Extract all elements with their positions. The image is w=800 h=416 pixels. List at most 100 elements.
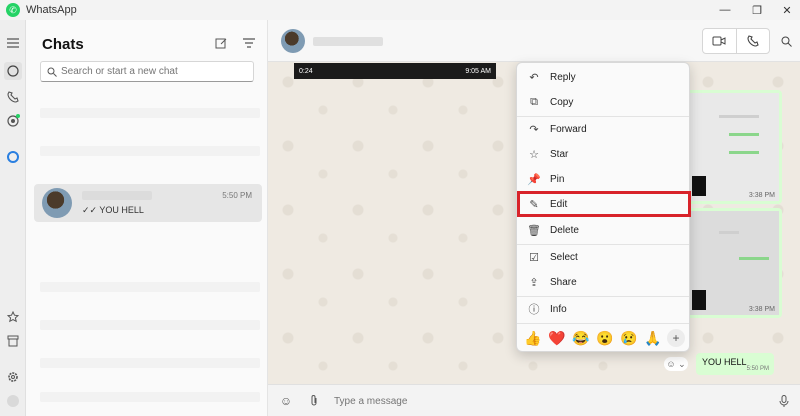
voice-call-icon[interactable] [735, 29, 770, 53]
search-box[interactable] [40, 61, 254, 82]
profile-icon[interactable] [4, 392, 22, 410]
menu-divider [517, 323, 689, 324]
meta-ai-icon[interactable] [4, 148, 22, 166]
message-context-menu: ↶ Reply ⧉ Copy ↷ Forward ☆ Star 📌 Pin ✎ … [516, 62, 691, 352]
blurred-chat-row[interactable] [40, 282, 260, 292]
trash-icon: 🗑 [527, 224, 541, 237]
menu-item-label: Info [550, 303, 567, 315]
status-icon[interactable] [4, 112, 22, 130]
conversation-header[interactable] [268, 20, 800, 62]
chat-list-panel: Chats 5:50 PM ✓✓ YOU HELL [26, 20, 268, 416]
reaction-laugh[interactable]: 😂 [571, 330, 591, 347]
message-time: 5:50 PM [746, 366, 769, 372]
info-icon: ⓘ [528, 304, 540, 316]
reaction-bar: 👍 ❤️ 😂 😮 😢 🙏 + [521, 327, 687, 349]
reaction-sad[interactable]: 😢 [619, 330, 639, 347]
new-chat-icon[interactable] [212, 34, 230, 52]
microphone-icon[interactable] [776, 393, 792, 409]
contact-avatar [42, 188, 72, 218]
pin-icon: 📌 [527, 173, 541, 186]
nav-rail [0, 20, 26, 416]
header-avatar[interactable] [281, 29, 305, 53]
text-message[interactable]: YOU HELL 5:50 PM [696, 353, 774, 375]
menu-item-pin[interactable]: 📌 Pin [519, 168, 689, 190]
video-duration: 0:24 [299, 67, 313, 75]
settings-icon[interactable] [4, 368, 22, 386]
blurred-chat-row[interactable] [40, 358, 260, 368]
archive-icon[interactable] [4, 332, 22, 350]
contact-name-blurred [82, 191, 152, 200]
starred-icon[interactable] [4, 308, 22, 326]
menu-divider [517, 244, 689, 245]
more-reactions-plus-icon[interactable]: + [667, 329, 685, 347]
menu-item-label: Forward [550, 123, 587, 135]
message-input[interactable] [334, 392, 754, 410]
image-message[interactable]: 3:38 PM [686, 90, 782, 204]
attach-icon[interactable] [306, 393, 322, 409]
menu-item-reply[interactable]: ↶ Reply [519, 66, 689, 88]
search-messages-icon[interactable] [778, 33, 794, 49]
menu-item-label: Pin [550, 173, 565, 185]
blurred-chat-row[interactable] [40, 108, 260, 118]
message-text: YOU HELL [702, 357, 747, 367]
menu-item-label: Reply [550, 71, 576, 83]
share-icon: ⇪ [529, 276, 539, 289]
menu-item-delete[interactable]: 🗑 Delete [519, 219, 689, 241]
reaction-surprised[interactable]: 😮 [595, 330, 615, 347]
menu-divider [517, 116, 689, 117]
minimize-button[interactable]: — [710, 0, 740, 20]
react-emoji-button[interactable]: ☺ ⌄ [664, 357, 688, 371]
title-bar: ✆ WhatsApp — ❐ ✕ [0, 0, 800, 20]
close-button[interactable]: ✕ [772, 0, 800, 20]
blurred-chat-row[interactable] [40, 146, 260, 156]
menu-item-select[interactable]: ☑ Select [519, 246, 689, 268]
menu-item-share[interactable]: ⇪ Share [519, 271, 689, 293]
reaction-pray[interactable]: 🙏 [643, 330, 663, 347]
menu-item-info[interactable]: ⓘ Info [519, 298, 689, 320]
chat-time: 5:50 PM [222, 191, 252, 200]
app-title: WhatsApp [26, 4, 77, 16]
menu-item-label: Share [550, 276, 577, 288]
menu-item-label: Star [550, 148, 569, 160]
chats-heading: Chats [42, 36, 84, 53]
restore-button[interactable]: ❐ [742, 0, 772, 20]
video-message[interactable]: 0:24 9:05 AM [294, 63, 496, 79]
image-time: 3:38 PM [748, 306, 775, 313]
image-message[interactable]: 3:38 PM [686, 208, 782, 318]
copy-icon: ⧉ [530, 95, 538, 108]
reaction-thumbs-up[interactable]: 👍 [523, 330, 543, 347]
menu-item-label: Edit [550, 198, 568, 210]
blurred-chat-row[interactable] [40, 392, 260, 402]
star-icon: ☆ [529, 148, 539, 161]
menu-divider [517, 296, 689, 297]
menu-item-forward[interactable]: ↷ Forward [519, 118, 689, 140]
image-time: 3:38 PM [748, 192, 775, 199]
filter-icon[interactable] [240, 34, 258, 52]
chat-row-selected[interactable]: 5:50 PM ✓✓ YOU HELL [34, 184, 262, 222]
call-buttons [702, 28, 770, 54]
forward-icon: ↷ [529, 123, 539, 136]
menu-item-star[interactable]: ☆ Star [519, 143, 689, 165]
search-icon [47, 67, 57, 77]
pencil-icon: ✎ [529, 198, 539, 211]
menu-icon[interactable] [4, 34, 22, 52]
blurred-chat-row[interactable] [40, 320, 260, 330]
checkbox-icon: ☑ [529, 251, 539, 264]
chats-icon[interactable] [4, 62, 22, 80]
header-contact-name-blurred[interactable] [313, 37, 383, 46]
reaction-heart[interactable]: ❤️ [547, 330, 567, 347]
video-time: 9:05 AM [465, 67, 491, 75]
menu-item-copy[interactable]: ⧉ Copy [519, 91, 689, 113]
image-thumbnail: 3:38 PM [689, 93, 779, 201]
video-call-icon[interactable] [703, 29, 736, 53]
menu-item-label: Select [550, 251, 578, 263]
search-input[interactable] [61, 66, 241, 77]
image-thumbnail: 3:38 PM [689, 211, 779, 315]
last-message-preview: ✓✓ YOU HELL [82, 205, 144, 215]
message-composer: ☺ [268, 384, 800, 416]
emoji-icon[interactable]: ☺ [278, 393, 294, 409]
menu-item-edit[interactable]: ✎ Edit [517, 191, 691, 217]
menu-item-label: Copy [550, 96, 574, 108]
menu-item-label: Delete [550, 224, 579, 236]
calls-icon[interactable] [4, 88, 22, 106]
